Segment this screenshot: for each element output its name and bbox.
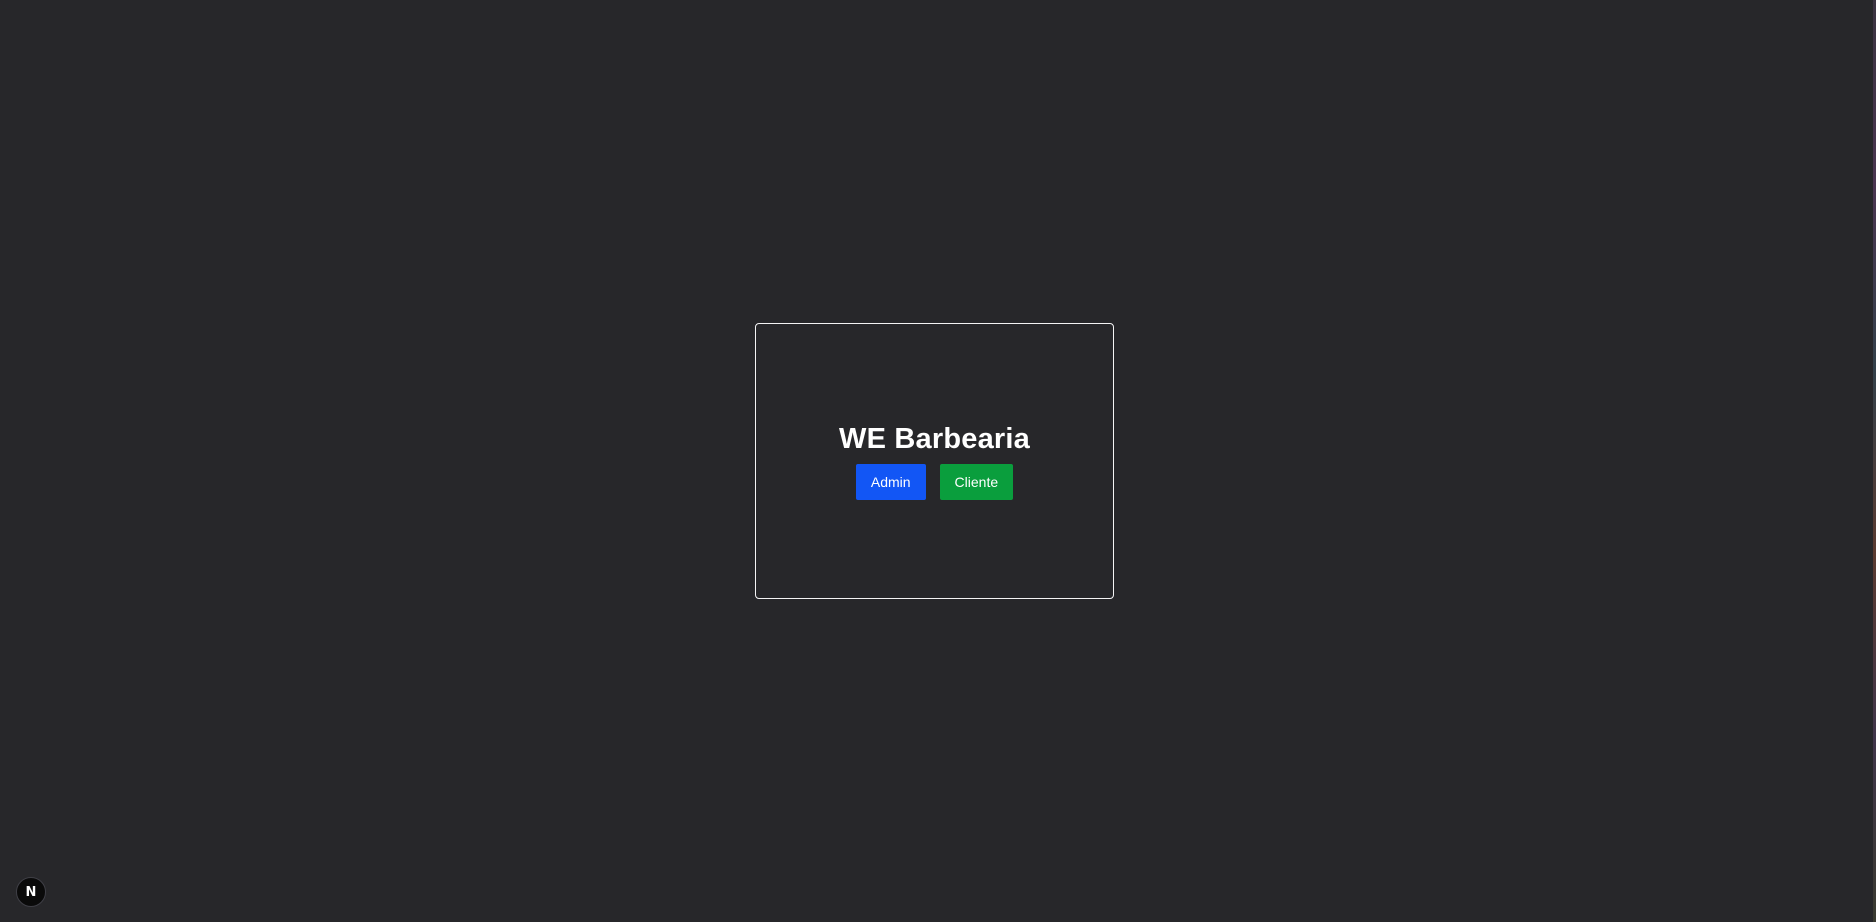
page: WE Barbearia Admin Cliente N <box>0 0 1876 922</box>
admin-button[interactable]: Admin <box>855 464 926 501</box>
role-select-card: WE Barbearia Admin Cliente <box>755 323 1114 599</box>
cliente-button[interactable]: Cliente <box>939 464 1014 501</box>
app-title: WE Barbearia <box>839 422 1030 455</box>
nextjs-dev-indicator-icon[interactable]: N <box>16 877 46 907</box>
role-buttons: Admin Cliente <box>855 464 1014 501</box>
